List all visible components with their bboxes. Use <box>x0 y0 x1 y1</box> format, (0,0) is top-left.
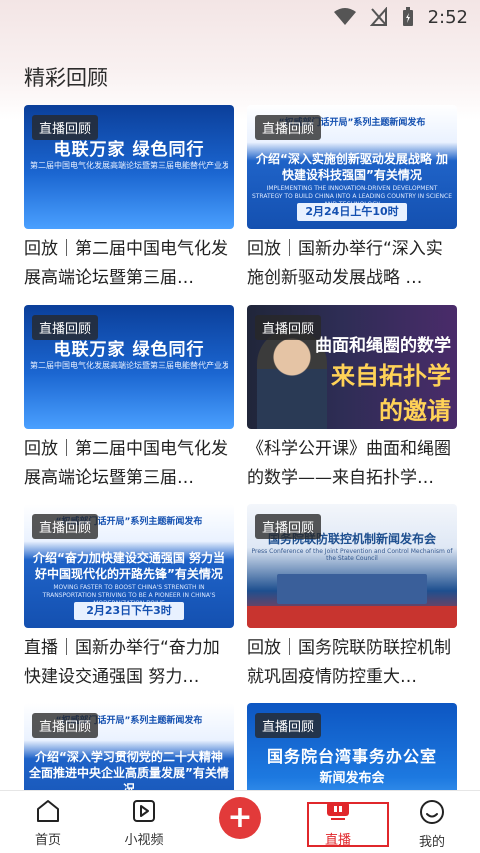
replay-badge: 直播回顾 <box>255 315 322 340</box>
card-thumbnail[interactable]: 国务院联防联控机制新闻发布会 Press Conference of the J… <box>247 504 457 628</box>
thumbnail-date: 2月23日下午3时 <box>86 604 172 617</box>
replay-badge: 直播回顾 <box>255 713 322 738</box>
thumbnail-headline: 介绍“奋力加快建设交通强国 努力当好中国现代化的开路先锋”有关情况 <box>32 551 226 581</box>
thumbnail-line-3: 的邀请 <box>379 397 451 425</box>
card-thumbnail[interactable]: “权威部门话开局”系列主题新闻发布 介绍“奋力加快建设交通强国 努力当好中国现代… <box>24 504 234 628</box>
thumbnail-subline: 第二届中国电气化发展高端论坛暨第三届电能替代产业发展高峰论坛 <box>30 161 228 170</box>
smiley-profile-icon <box>420 800 444 824</box>
card-title[interactable]: 回放｜国新办举行“深入实施创新驱动发展战略 … <box>247 235 457 293</box>
replay-card[interactable]: 电联万家 绿色同行 第二届中国电气化发展高端论坛暨第三届电能替代产业发展高峰论坛… <box>24 305 234 493</box>
status-bar: 2:52 <box>0 0 480 34</box>
nav-short-video-label: 小视频 <box>124 833 164 848</box>
thumbnail-headline: 曲面和绳圈的数学 来自拓扑学 的邀请 <box>315 331 451 426</box>
thumbnail-subline: Press Conference of the Joint Prevention… <box>251 548 453 562</box>
replay-card[interactable]: 电联万家 绿色同行 第二届中国电气化发展高端论坛暨第三届电能替代产业发展高峰论坛… <box>24 105 234 293</box>
replay-card[interactable]: 曲面和绳圈的数学 来自拓扑学 的邀请 直播回顾 《科学公开课》曲面和绳圈的数学—… <box>247 305 457 493</box>
replay-badge: 直播回顾 <box>32 315 99 340</box>
thumbnail-headline: 国务院台湾事务办公室 <box>266 747 437 766</box>
home-icon <box>37 800 59 822</box>
status-time: 2:52 <box>427 6 468 28</box>
thumbnail-headline: 介绍“深入实施创新驱动发展战略 加快建设科技强国”有关情况 <box>255 152 449 182</box>
publish-button[interactable]: + <box>219 797 261 839</box>
wifi-icon <box>333 8 356 26</box>
video-play-icon <box>133 800 155 822</box>
signal-off-icon <box>369 7 388 27</box>
thumbnail-subline: 第二届中国电气化发展高端论坛暨第三届电能替代产业发展高峰论坛 <box>30 361 228 370</box>
nav-home-label: 首页 <box>34 833 61 848</box>
replay-card[interactable]: “权威部门话开局”系列主题新闻发布 介绍“深入实施创新驱动发展战略 加快建设科技… <box>247 105 457 293</box>
card-title[interactable]: 《科学公开课》曲面和绳圈的数学——来自拓扑学… <box>247 435 457 493</box>
card-title[interactable]: 回放｜第二届中国电气化发展高端论坛暨第三届… <box>24 235 234 293</box>
replay-badge: 直播回顾 <box>32 514 99 539</box>
thumbnail-subline: 新闻发布会 <box>319 771 385 786</box>
nav-mine-label: 我的 <box>418 835 445 850</box>
replay-badge: 直播回顾 <box>255 115 322 140</box>
replay-badge: 直播回顾 <box>32 713 99 738</box>
nav-short-video[interactable]: 小视频 <box>104 791 184 853</box>
replay-badge: 直播回顾 <box>32 115 99 140</box>
battery-icon <box>402 7 414 27</box>
thumbnail-line-1: 曲面和绳圈的数学 <box>315 336 451 356</box>
card-title[interactable]: 回放｜第二届中国电气化发展高端论坛暨第三届… <box>24 435 234 493</box>
card-thumbnail[interactable]: “权威部门话开局”系列主题新闻发布 介绍“深入实施创新驱动发展战略 加快建设科技… <box>247 105 457 229</box>
section-title: 精彩回顾 <box>24 66 108 90</box>
thumbnail-date: 2月24日上午10时 <box>305 205 399 218</box>
card-thumbnail[interactable]: 电联万家 绿色同行 第二届中国电气化发展高端论坛暨第三届电能替代产业发展高峰论坛… <box>24 105 234 229</box>
stage-image <box>277 574 427 604</box>
floor-image <box>247 606 457 628</box>
replay-badge: 直播回顾 <box>255 514 322 539</box>
replay-card[interactable]: “权威部门话开局”系列主题新闻发布 介绍“奋力加快建设交通强国 努力当好中国现代… <box>24 504 234 692</box>
card-title[interactable]: 直播｜国新办举行“奋力加快建设交通强国 努力… <box>24 634 234 692</box>
thumbnail-line-2: 来自拓扑学 <box>331 362 451 390</box>
card-thumbnail[interactable]: 曲面和绳圈的数学 来自拓扑学 的邀请 直播回顾 <box>247 305 457 429</box>
card-title[interactable]: 回放｜国务院联防联控机制就巩固疫情防控重大… <box>247 634 457 692</box>
replay-card[interactable]: 国务院联防联控机制新闻发布会 Press Conference of the J… <box>247 504 457 692</box>
nav-home[interactable]: 首页 <box>8 791 88 853</box>
card-thumbnail[interactable]: 电联万家 绿色同行 第二届中国电气化发展高端论坛暨第三届电能替代产业发展高峰论坛… <box>24 305 234 429</box>
nav-mine[interactable]: 我的 <box>392 791 472 853</box>
highlight-box <box>307 802 389 847</box>
